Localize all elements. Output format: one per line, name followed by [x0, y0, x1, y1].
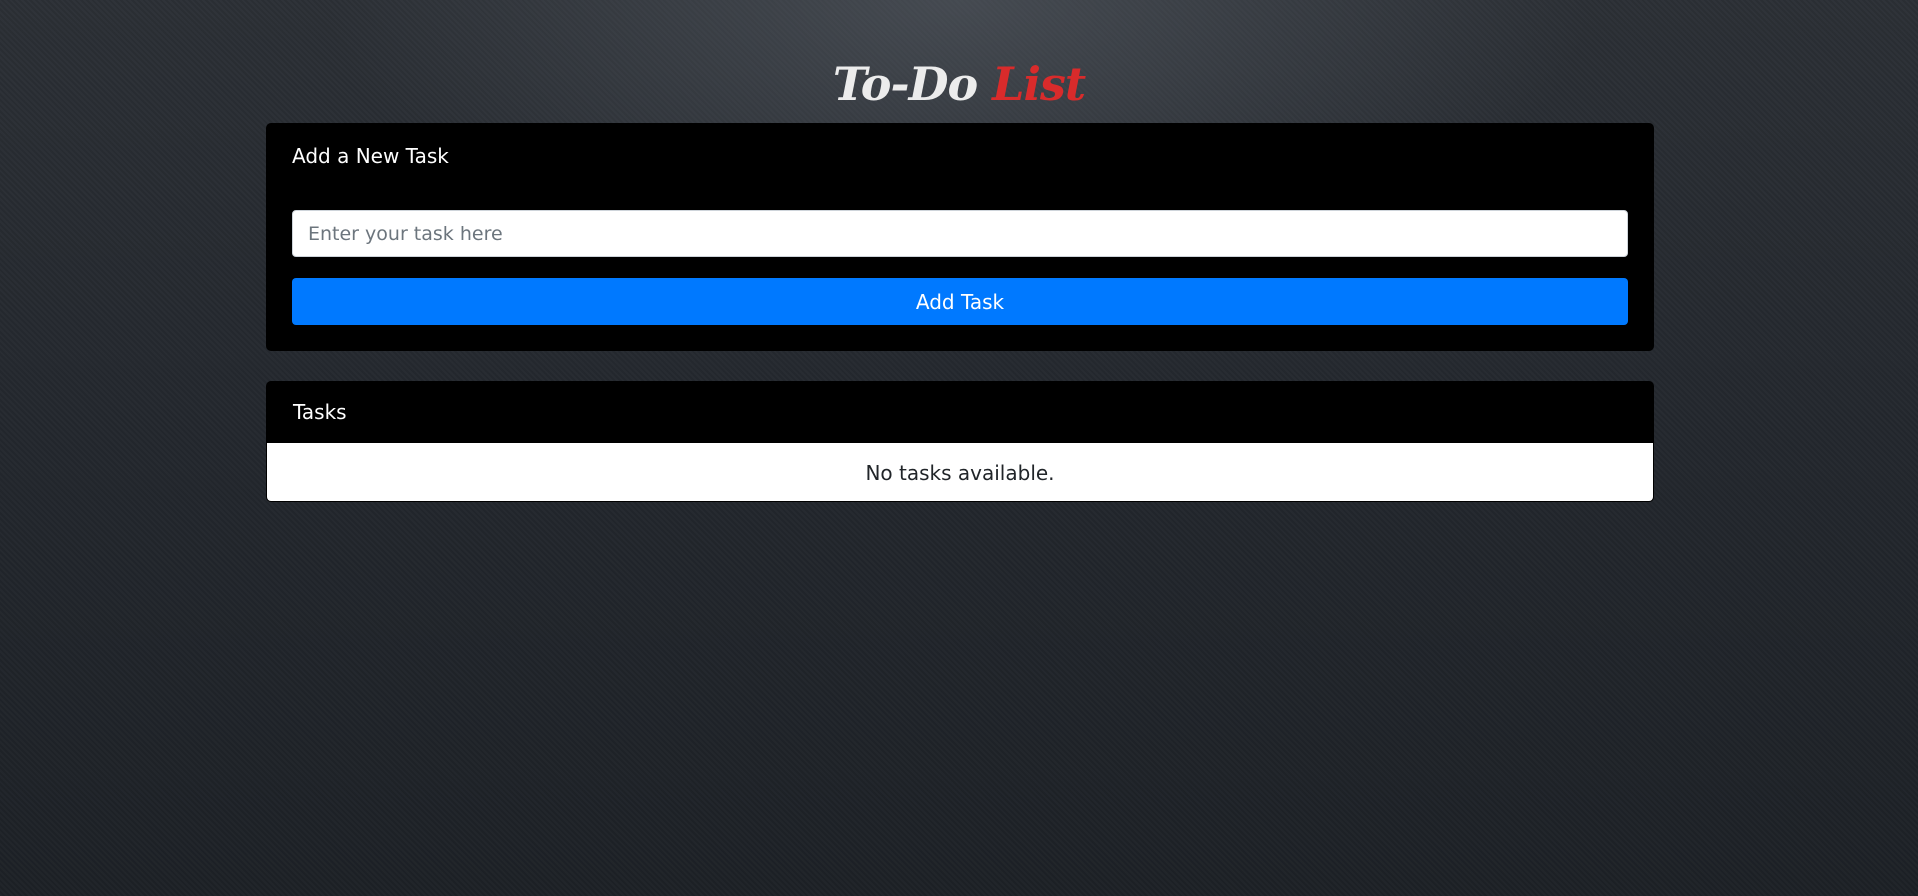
add-task-heading: Add a New Task [292, 144, 449, 168]
tasks-list: No tasks available. [267, 443, 1653, 501]
empty-tasks-message: No tasks available. [865, 460, 1055, 485]
add-task-card: Add a New Task Add Task [266, 123, 1654, 351]
task-input[interactable] [292, 210, 1628, 257]
app-title-main: To-Do [832, 57, 978, 111]
tasks-heading: Tasks [293, 400, 347, 424]
app-title: To-Do List [0, 52, 1918, 116]
add-task-button[interactable]: Add Task [292, 278, 1628, 325]
tasks-card: Tasks No tasks available. [266, 381, 1654, 502]
app-title-accent: List [992, 57, 1086, 111]
